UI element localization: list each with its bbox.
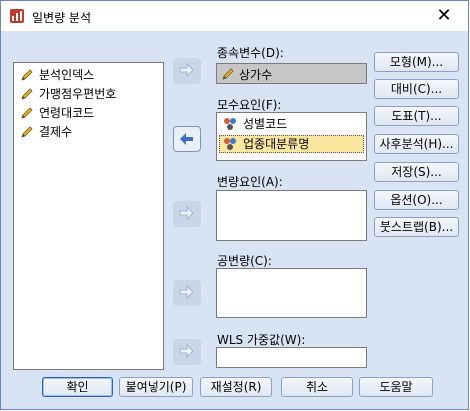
arrow-right-icon [179, 343, 194, 359]
univariate-dialog: 일변량 분석 ✕ 분석인덱스 가맹점우편번호 연령대코드 결제수 종속변수(D)… [0, 0, 469, 410]
options-button[interactable]: 옵션(O)... [374, 190, 459, 210]
model-button[interactable]: 모형(M)... [374, 52, 459, 72]
plots-button[interactable]: 도표(T)... [374, 106, 459, 126]
move-dependent-button[interactable] [173, 58, 201, 84]
post-hoc-button[interactable]: 사후분석(H)... [374, 134, 459, 154]
move-fixed-factor-button[interactable] [173, 126, 201, 152]
arrow-right-icon [179, 62, 194, 78]
scale-pencil-icon [21, 88, 33, 100]
ok-button[interactable]: 확인 [42, 377, 113, 397]
window-title: 일변량 분석 [32, 11, 92, 25]
list-item-selected[interactable]: 업종대분류명 [219, 135, 364, 153]
move-wls-weight-button[interactable] [173, 339, 201, 365]
help-button[interactable]: 도움말 [359, 377, 433, 397]
list-item[interactable]: 성별코드 [219, 115, 364, 133]
covariates-list[interactable] [216, 268, 367, 318]
variable-label: 가맹점우편번호 [39, 87, 117, 101]
move-random-factor-button[interactable] [173, 201, 201, 227]
variable-label: 분석인덱스 [39, 68, 95, 82]
arrow-right-icon [179, 284, 194, 300]
cancel-button[interactable]: 취소 [281, 377, 353, 397]
factor-label: 업종대분류명 [243, 137, 310, 151]
scale-pencil-icon [222, 68, 234, 80]
spss-app-icon [10, 9, 24, 23]
paste-button[interactable]: 붙여넣기(P) [119, 377, 193, 397]
random-factors-label: 변량요인(A): [217, 175, 283, 189]
covariates-label: 공변량(C): [217, 254, 272, 268]
wls-weight-field[interactable] [216, 347, 367, 368]
move-covariate-button[interactable] [173, 280, 201, 306]
arrow-right-icon [179, 205, 194, 221]
scale-pencil-icon [21, 107, 33, 119]
variable-label: 연령대코드 [39, 106, 95, 120]
nominal-icon [224, 118, 236, 130]
nominal-icon [224, 138, 236, 150]
source-variable-list[interactable]: 분석인덱스 가맹점우편번호 연령대코드 결제수 [13, 62, 164, 370]
fixed-factors-label: 모수요인(F): [217, 98, 282, 112]
wls-weight-label: WLS 가중값(W): [217, 333, 306, 347]
contrasts-button[interactable]: 대비(C)... [374, 79, 459, 99]
dependent-label: 종속변수(D): [217, 46, 284, 60]
save-button[interactable]: 저장(S)... [374, 162, 459, 182]
dependent-field[interactable]: 상가수 [216, 63, 367, 84]
factor-label: 성별코드 [243, 117, 288, 131]
variable-label: 결제수 [39, 125, 73, 139]
close-button[interactable]: ✕ [432, 4, 456, 28]
scale-pencil-icon [21, 69, 33, 81]
bootstrap-button[interactable]: 붓스트랩(B)... [374, 217, 459, 237]
reset-button[interactable]: 재설정(R) [200, 377, 272, 397]
title-bar: 일변량 분석 ✕ [1, 1, 468, 31]
random-factors-list[interactable] [216, 190, 367, 241]
fixed-factors-list[interactable]: 성별코드 업종대분류명 [216, 112, 367, 161]
arrow-left-icon [180, 133, 193, 145]
dependent-value: 상가수 [239, 68, 273, 82]
scale-pencil-icon [21, 126, 33, 138]
